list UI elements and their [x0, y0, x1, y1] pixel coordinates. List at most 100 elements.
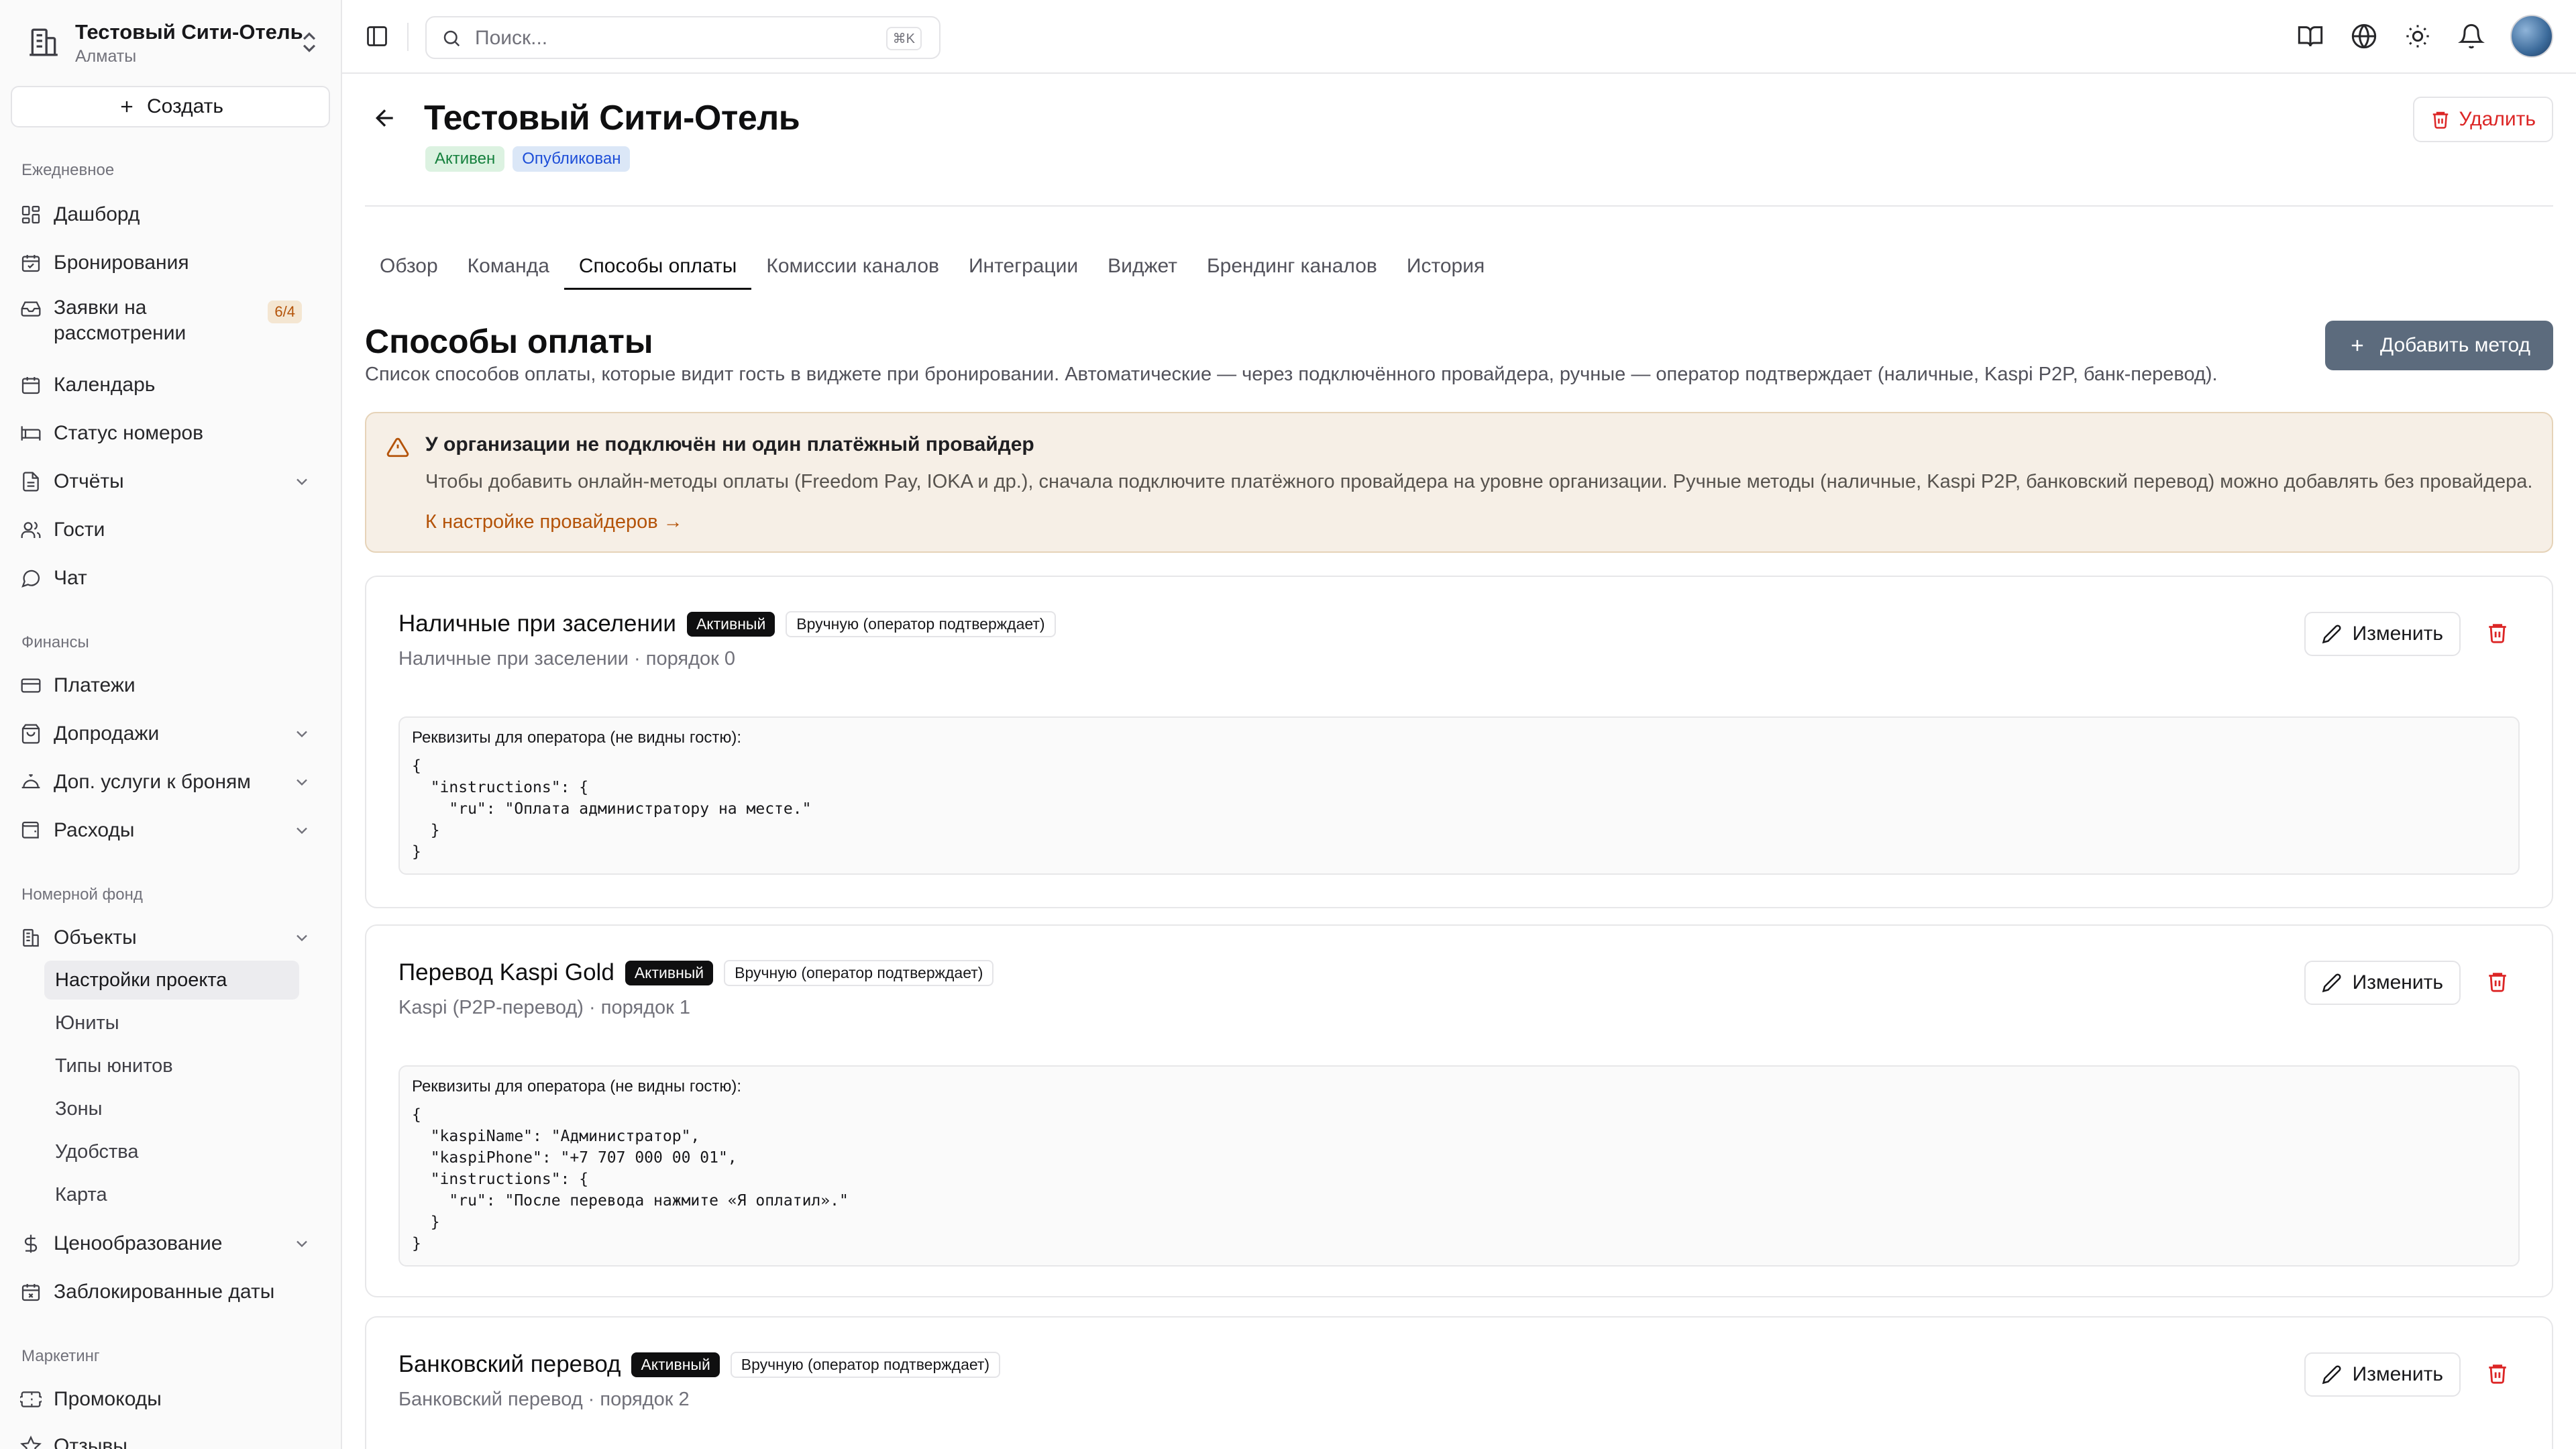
trash-icon[interactable] [2486, 1362, 2509, 1385]
method-name: Наличные при заселении [398, 610, 676, 637]
sidebar-item-label: Отзывы [54, 1435, 127, 1449]
sidebar-item-blocked-dates[interactable]: Заблокированные даты [20, 1272, 322, 1312]
sidebar-subitem-zones[interactable]: Зоны [44, 1089, 299, 1128]
org-switcher[interactable]: Тестовый Сити-Отель Алматы [19, 16, 329, 68]
avatar[interactable] [2510, 15, 2553, 58]
book-open-icon[interactable] [2297, 23, 2324, 50]
tab-payment-methods[interactable]: Способы оплаты [564, 246, 752, 290]
tab-team[interactable]: Команда [453, 246, 564, 290]
pencil-icon [2322, 625, 2341, 644]
sidebar-item-room-status[interactable]: Статус номеров [20, 413, 322, 453]
chevrons-up-down-icon [303, 32, 316, 52]
section-label-daily: Ежедневное [21, 161, 115, 179]
method-mode-badge: Вручную (оператор подтверждает) [724, 959, 994, 986]
sidebar-item-calendar[interactable]: Календарь [20, 365, 322, 405]
building-icon [30, 28, 58, 56]
payment-method-card: Наличные при заселении Активный Вручную … [365, 576, 2553, 908]
section-label-finance: Финансы [21, 633, 89, 651]
dollar-sign-icon [24, 1234, 38, 1253]
shopping-bag-icon [21, 724, 40, 744]
edit-button[interactable]: Изменить [2304, 1352, 2461, 1397]
delete-button[interactable]: Удалить [2413, 97, 2553, 142]
operator-details-caption: Реквизиты для оператора (не видны гостю)… [412, 1077, 742, 1095]
plus-icon [2351, 339, 2363, 352]
alert-text: Чтобы добавить онлайн-методы оплаты (Fre… [425, 471, 2533, 492]
edit-button[interactable]: Изменить [2304, 612, 2461, 656]
sidebar-item-dashboard[interactable]: Дашборд [20, 195, 322, 235]
trash-icon[interactable] [2486, 621, 2509, 644]
ticket-icon [20, 1391, 42, 1407]
sidebar-item-upsales[interactable]: Допродажи [20, 714, 322, 754]
create-button[interactable]: Создать [11, 86, 330, 127]
concierge-bell-icon [21, 774, 40, 789]
sidebar-item-label: Отчёты [54, 470, 124, 492]
tab-channel-branding[interactable]: Брендинг каналов [1192, 246, 1392, 290]
bell-icon[interactable] [2458, 23, 2485, 50]
operator-details-caption: Реквизиты для оператора (не видны гостю)… [412, 729, 742, 747]
provider-settings-link[interactable]: К настройке провайдеров → [425, 511, 683, 533]
method-subtitle: Kaspi (P2P-перевод) · порядок 1 [398, 997, 690, 1018]
sidebar-item-label: Календарь [54, 374, 156, 396]
delete-button-label: Удалить [2459, 108, 2536, 130]
tab-integrations[interactable]: Интеграции [954, 246, 1093, 290]
tab-channel-commissions[interactable]: Комиссии каналов [751, 246, 954, 290]
sidebar-item-objects[interactable]: Объекты [20, 918, 322, 958]
sidebar-subitem-amenities[interactable]: Удобства [44, 1132, 299, 1171]
sidebar-subitem-project-settings[interactable]: Настройки проекта [44, 961, 299, 1000]
sidebar-item-label: Статус номеров [54, 422, 204, 444]
sidebar-item-pricing[interactable]: Ценообразование [20, 1224, 322, 1264]
divider [365, 205, 2553, 207]
section-label-room-stock: Номерной фонд [21, 885, 143, 904]
inbox-icon [21, 301, 41, 317]
panel-left-icon[interactable] [365, 24, 389, 48]
payment-method-card: Перевод Kaspi Gold Активный Вручную (опе… [365, 924, 2553, 1297]
sun-icon[interactable] [2404, 23, 2431, 50]
sidebar-item-chat[interactable]: Чат [20, 558, 322, 598]
file-text-icon [23, 472, 39, 492]
operator-details-block: Реквизиты для оператора (не видны гостю)… [398, 1065, 2520, 1267]
edit-button[interactable]: Изменить [2304, 961, 2461, 1005]
org-name: Тестовый Сити-Отель [75, 20, 303, 44]
message-circle-icon [21, 570, 40, 588]
add-method-label: Добавить метод [2379, 334, 2530, 356]
sidebar-item-guests[interactable]: Гости [20, 510, 322, 550]
sidebar: Тестовый Сити-Отель Алматы Создать Ежедн… [0, 0, 342, 1449]
sidebar-item-reports[interactable]: Отчёты [20, 462, 322, 502]
add-method-button[interactable]: Добавить метод [2324, 321, 2553, 370]
sidebar-item-requests[interactable]: Заявки на рассмотрении 6/4 [20, 295, 322, 349]
sidebar-subitem-units[interactable]: Юниты [44, 1004, 299, 1042]
sidebar-item-label: Заблокированные даты [54, 1281, 275, 1303]
tab-overview[interactable]: Обзор [365, 246, 453, 290]
sidebar-subitem-map[interactable]: Карта [44, 1175, 299, 1214]
arrow-left-icon[interactable] [372, 105, 398, 131]
tab-history[interactable]: История [1392, 246, 1499, 290]
calendar-x-icon [21, 1284, 40, 1301]
method-title-row: Банковский перевод Активный Вручную (опе… [398, 1351, 1001, 1378]
chevron-down-icon [297, 827, 307, 835]
sidebar-subitem-unit-types[interactable]: Типы юнитов [44, 1046, 299, 1085]
search-input[interactable] [474, 23, 852, 54]
tab-widget[interactable]: Виджет [1093, 246, 1192, 290]
tab-bar: Обзор Команда Способы оплаты Комиссии ка… [365, 246, 1499, 290]
search-box[interactable]: ⌘K [425, 16, 941, 59]
chevron-down-icon [297, 731, 307, 738]
sidebar-item-extras[interactable]: Доп. услуги к броням [20, 762, 322, 802]
globe-icon[interactable] [2351, 23, 2377, 50]
trash-icon[interactable] [2486, 970, 2509, 993]
operator-details-json: { "kaspiName": "Администратор", "kaspiPh… [412, 1106, 849, 1252]
sidebar-item-expenses[interactable]: Расходы [20, 810, 322, 851]
operator-details-block: Реквизиты для оператора (не видны гостю)… [398, 716, 2520, 875]
edit-button-label: Изменить [2352, 623, 2443, 645]
alert-triangle-icon [386, 437, 409, 458]
star-icon [20, 1436, 42, 1449]
sidebar-item-promocodes[interactable]: Промокоды [20, 1379, 322, 1419]
method-status-badge: Активный [631, 1352, 720, 1377]
wallet-icon [21, 821, 39, 839]
search-shortcut: ⌘K [885, 27, 922, 50]
topbar: ⌘K [342, 0, 2576, 74]
method-status-badge: Активный [686, 611, 775, 637]
sidebar-item-payments[interactable]: Платежи [20, 665, 322, 706]
sidebar-item-reviews[interactable]: Отзывы [20, 1426, 322, 1449]
sidebar-item-bookings[interactable]: Бронирования [20, 243, 322, 283]
calendar-check-icon [21, 255, 40, 272]
